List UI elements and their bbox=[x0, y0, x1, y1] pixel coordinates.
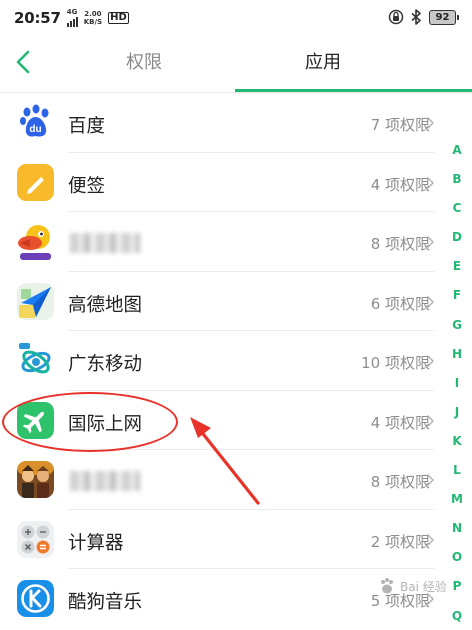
index-letter[interactable]: B bbox=[448, 172, 466, 201]
list-item[interactable]: du 百度 7 项权限 bbox=[0, 93, 472, 153]
network-type: 4G bbox=[66, 8, 78, 16]
status-icons: 92 bbox=[388, 9, 459, 25]
app-list: du 百度 7 项权限 便签 4 项权限 8 项权限 高德地图 6 项权限 广东… bbox=[0, 93, 472, 629]
hd-icon: HD bbox=[108, 12, 129, 24]
status-time: 20:57 bbox=[14, 9, 61, 27]
chevron-right-icon bbox=[426, 235, 435, 249]
app-name: 酷狗音乐 bbox=[68, 592, 143, 613]
china-mobile-icon bbox=[19, 343, 51, 374]
battery-level: 92 bbox=[435, 11, 450, 23]
paw-icon bbox=[381, 578, 393, 594]
app-name: 广东移动 bbox=[68, 354, 143, 375]
game-duck-icon bbox=[18, 225, 51, 260]
list-item[interactable]: 8 项权限 bbox=[0, 212, 472, 272]
permission-count: 8 项权限 bbox=[370, 473, 430, 491]
index-letter[interactable]: D bbox=[448, 230, 466, 259]
app-name: 计算器 bbox=[68, 532, 124, 554]
network-indicator: 4G 2.00 KB/S HD bbox=[66, 8, 129, 27]
annotation-ellipse bbox=[2, 392, 178, 452]
signal-icon: 4G bbox=[66, 8, 78, 27]
tab-permissions[interactable]: 权限 bbox=[126, 48, 162, 74]
chevron-right-icon bbox=[426, 533, 435, 546]
game-characters-icon bbox=[17, 461, 54, 498]
index-letter[interactable]: Q bbox=[448, 609, 466, 630]
amap-arrow-icon bbox=[17, 282, 54, 320]
permission-count: 8 项权限 bbox=[370, 235, 430, 253]
chevron-right-icon bbox=[426, 473, 435, 487]
list-item[interactable]: 便签 4 项权限 bbox=[0, 153, 472, 212]
index-letter[interactable]: F bbox=[448, 288, 466, 317]
list-item[interactable]: 8 项权限 bbox=[0, 450, 472, 510]
lock-rotation-icon bbox=[388, 9, 404, 25]
watermark: Bai 经验 bbox=[378, 577, 447, 595]
index-letter[interactable]: C bbox=[448, 201, 466, 230]
svg-text:du: du bbox=[29, 124, 41, 135]
permission-count: 4 项权限 bbox=[370, 413, 430, 432]
notes-pencil-icon bbox=[17, 163, 54, 201]
chevron-right-icon bbox=[426, 176, 435, 189]
bluetooth-icon bbox=[411, 9, 421, 25]
chevron-right-icon bbox=[426, 116, 435, 130]
permission-count: 10 项权限 bbox=[361, 354, 430, 372]
status-bar: 20:57 4G 2.00 KB/S HD 92 bbox=[0, 0, 472, 36]
app-name: 便签 bbox=[68, 175, 106, 197]
chevron-right-icon bbox=[426, 354, 435, 368]
chevron-right-icon bbox=[426, 414, 435, 427]
list-item[interactable]: 计算器 2 项权限 bbox=[0, 510, 472, 569]
watermark-text: Bai 经验 bbox=[400, 579, 447, 594]
calculator-icon bbox=[17, 520, 54, 558]
app-name: 高德地图 bbox=[68, 294, 143, 316]
network-speed: 2.00 KB/S bbox=[83, 10, 103, 26]
index-letter[interactable]: P bbox=[448, 579, 466, 608]
index-letter[interactable]: H bbox=[448, 347, 466, 376]
blurred-app-name bbox=[70, 233, 140, 253]
list-item[interactable]: 高德地图 6 项权限 bbox=[0, 272, 472, 331]
tab-apps[interactable]: 应用 bbox=[305, 48, 341, 74]
index-letter[interactable]: I bbox=[448, 376, 466, 405]
permission-count: 7 项权限 bbox=[370, 116, 430, 134]
blurred-app-name bbox=[70, 471, 140, 491]
alphabet-index[interactable]: ABCDEFGHIJKLMNOPQ bbox=[448, 143, 466, 630]
app-name: 百度 bbox=[68, 116, 106, 137]
index-letter[interactable]: M bbox=[448, 492, 466, 521]
index-letter[interactable]: N bbox=[448, 521, 466, 550]
baidu-paw-icon: du bbox=[20, 104, 49, 137]
index-letter[interactable]: A bbox=[448, 143, 466, 172]
chevron-left-icon[interactable] bbox=[12, 48, 36, 76]
index-letter[interactable]: O bbox=[448, 550, 466, 579]
index-letter[interactable]: G bbox=[448, 318, 466, 347]
permission-count: 4 项权限 bbox=[370, 175, 430, 194]
index-letter[interactable]: E bbox=[448, 259, 466, 288]
header: 权限 应用 bbox=[0, 36, 472, 92]
chevron-right-icon bbox=[426, 295, 435, 308]
kugou-k-icon bbox=[17, 580, 54, 617]
index-letter[interactable]: J bbox=[448, 405, 466, 434]
list-item[interactable]: 广东移动 10 项权限 bbox=[0, 331, 472, 391]
index-letter[interactable]: K bbox=[448, 434, 466, 463]
battery-icon: 92 bbox=[429, 9, 459, 25]
permission-count: 2 项权限 bbox=[370, 532, 430, 551]
permission-count: 6 项权限 bbox=[370, 294, 430, 313]
index-letter[interactable]: L bbox=[448, 463, 466, 492]
